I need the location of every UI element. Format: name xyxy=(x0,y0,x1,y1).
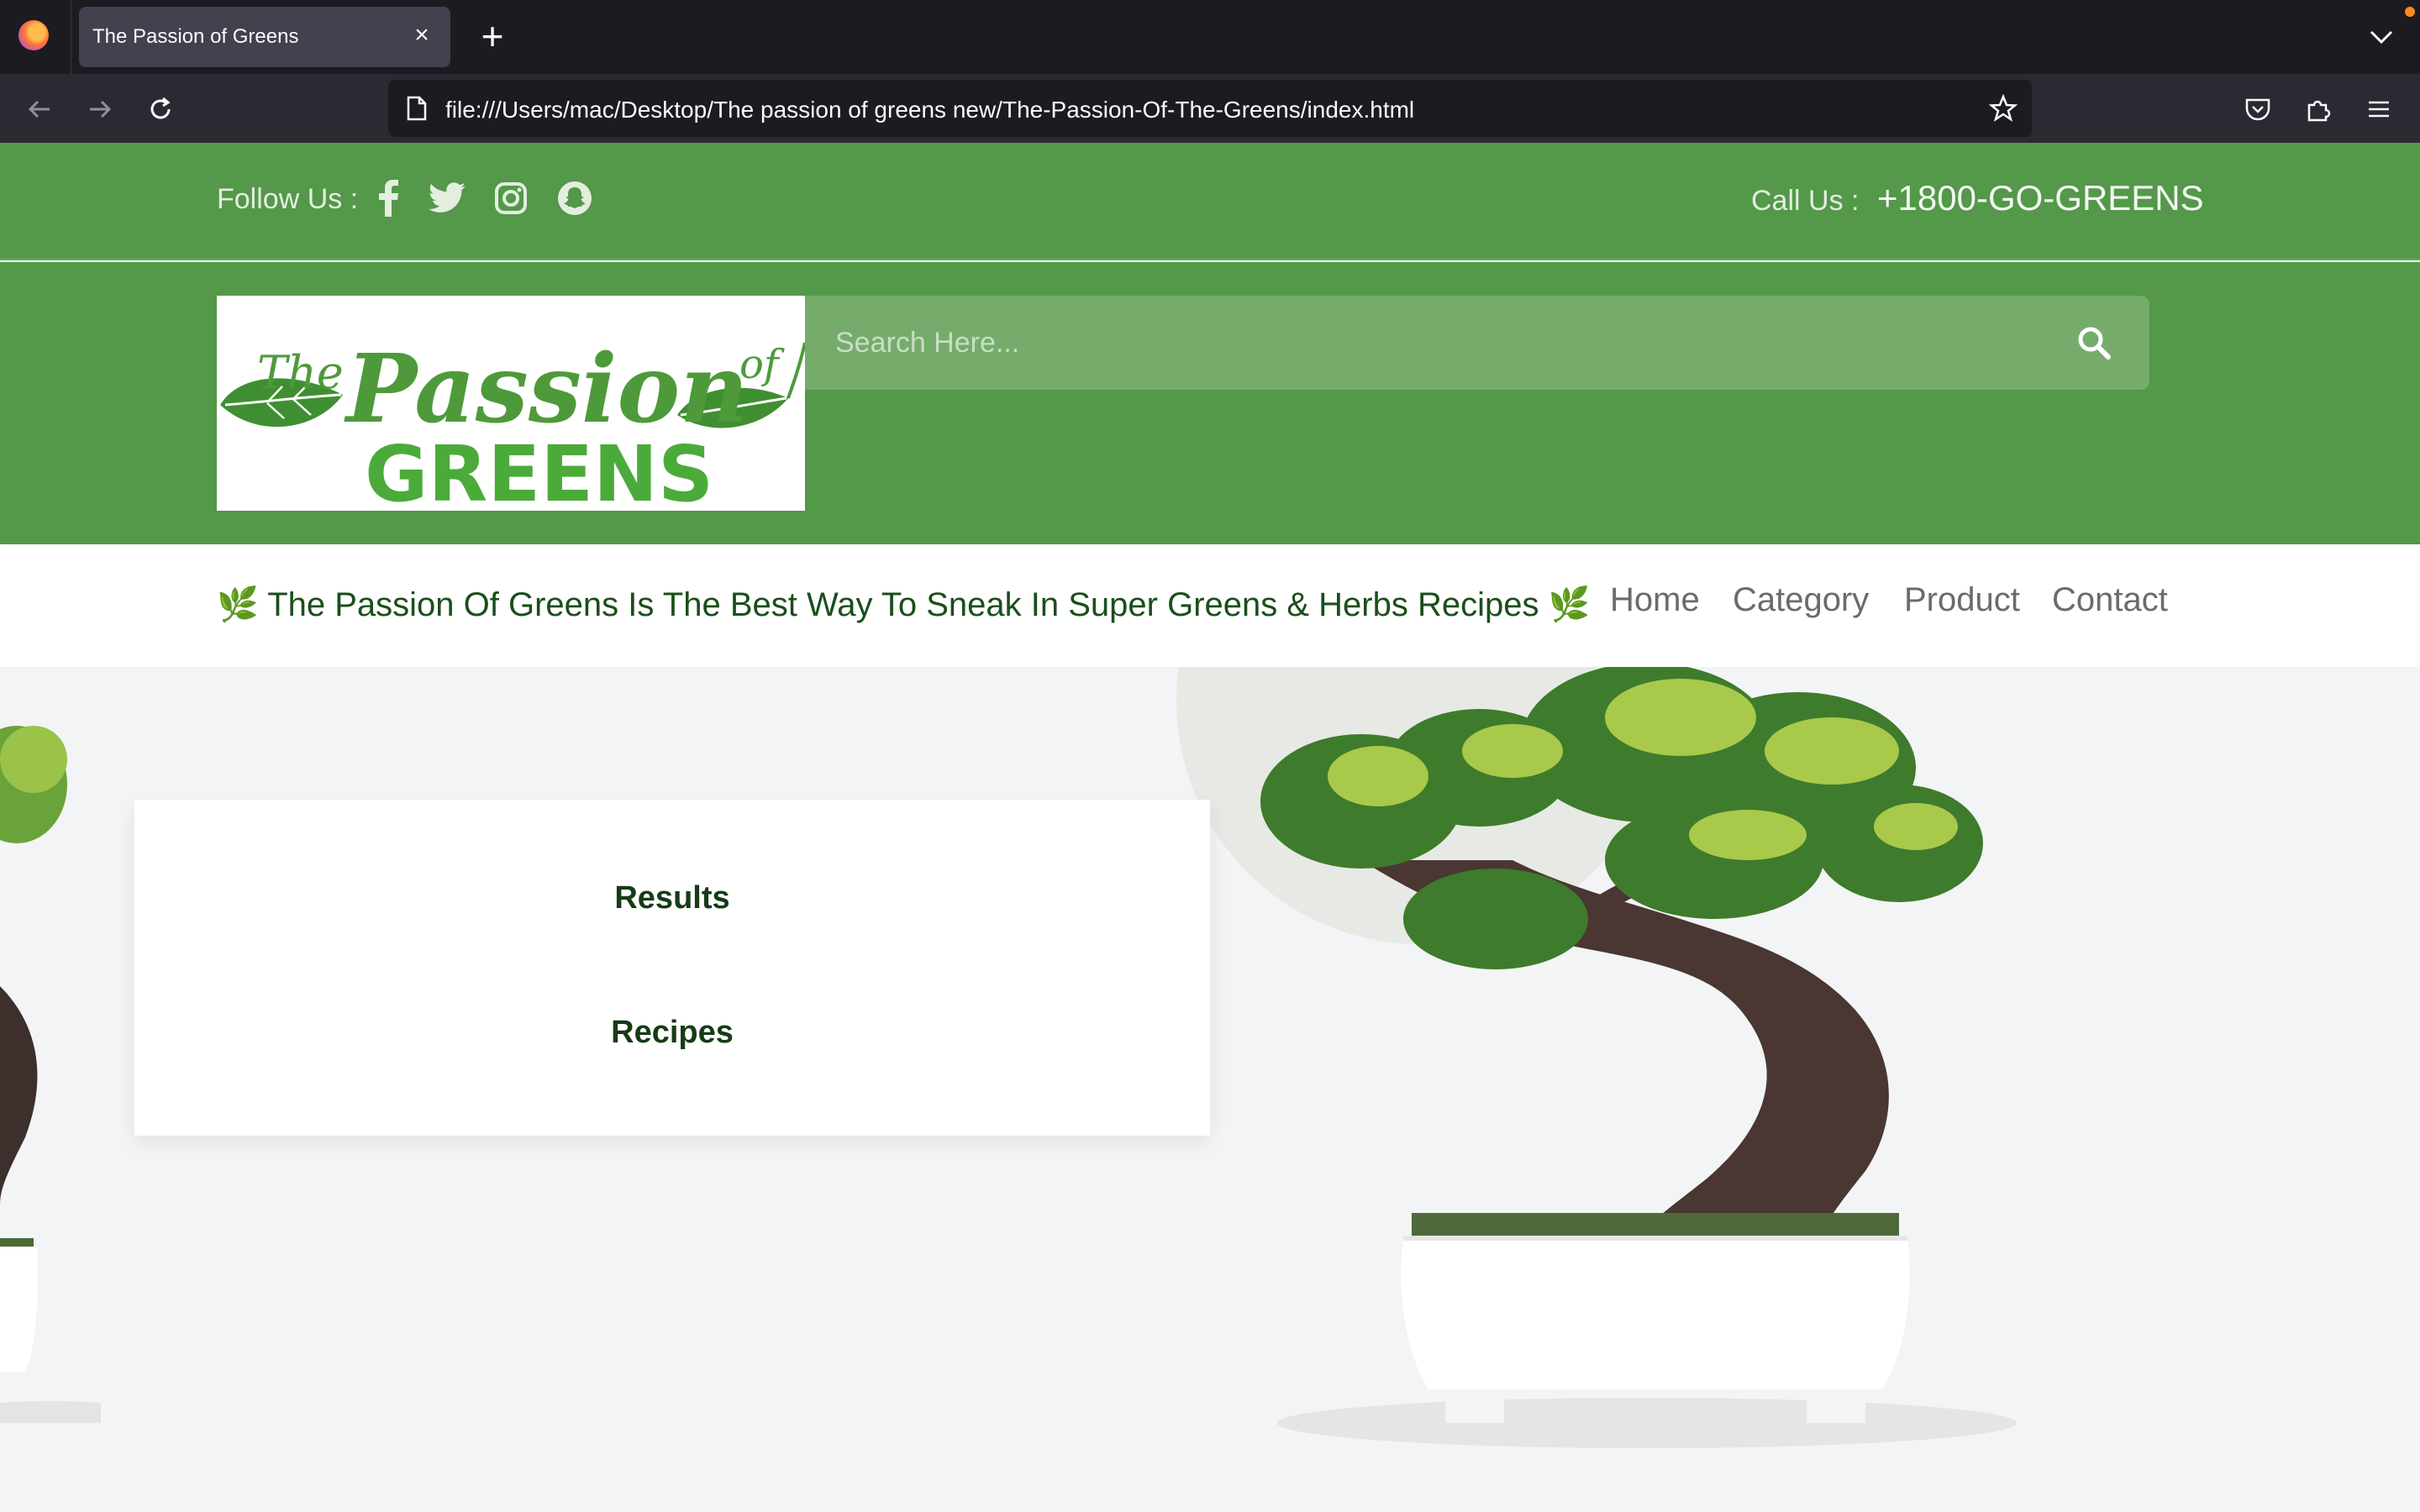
site-logo[interactable]: The Passion of GREENS xyxy=(217,296,807,519)
browser-tab-active[interactable]: The Passion of Greens × xyxy=(79,7,450,67)
bonsai-image-left xyxy=(0,726,101,1423)
svg-text:The: The xyxy=(257,346,344,399)
svg-text:Passion: Passion xyxy=(344,334,749,444)
tab-title: The Passion of Greens xyxy=(92,25,299,48)
reload-icon xyxy=(150,97,171,119)
page-icon[interactable] xyxy=(403,95,430,122)
puzzle-icon xyxy=(2307,100,2331,122)
pocket-icon xyxy=(2245,98,2270,121)
instagram-icon[interactable] xyxy=(492,180,529,217)
phone-number[interactable]: +1800-GO-GREENS xyxy=(1877,178,2204,218)
nav-link-category[interactable]: Category xyxy=(1733,581,1869,619)
twitter-icon[interactable] xyxy=(429,180,466,217)
menu-button[interactable] xyxy=(2356,87,2402,132)
follow-label: Follow Us : xyxy=(217,183,359,215)
recipes-heading[interactable]: Recipes xyxy=(134,1015,1210,1051)
arrow-left-icon xyxy=(28,100,50,118)
nav-link-home[interactable]: Home xyxy=(1610,581,1700,619)
hamburger-icon xyxy=(2369,101,2389,118)
forward-button[interactable] xyxy=(77,87,123,132)
nav-link-contact[interactable]: Contact xyxy=(2052,581,2168,619)
search-input[interactable] xyxy=(835,296,2012,390)
svg-text:GREENS: GREENS xyxy=(365,429,713,511)
list-tabs-button[interactable] xyxy=(2363,18,2400,55)
chevron-down-icon xyxy=(2370,30,2393,45)
svg-text:of: of xyxy=(739,341,785,388)
extensions-button[interactable] xyxy=(2296,87,2341,132)
web-page: Follow Us : Call Us : +1800-GO-GREENS Th… xyxy=(0,143,2420,1512)
url-text: file:///Users/mac/Desktop/The passion of… xyxy=(445,97,1415,123)
pocket-button[interactable] xyxy=(2235,87,2281,132)
reload-button[interactable] xyxy=(138,87,183,132)
bookmark-star-icon[interactable] xyxy=(1986,92,2020,125)
url-bar[interactable]: file:///Users/mac/Desktop/The passion of… xyxy=(388,80,2032,137)
call-us-label: Call Us : xyxy=(1751,185,1860,217)
results-heading: Results xyxy=(614,880,730,916)
site-tagline: 🌿 The Passion Of Greens Is The Best Way … xyxy=(217,586,1591,623)
tab-separator xyxy=(71,0,72,74)
browser-nav-bar: file:///Users/mac/Desktop/The passion of… xyxy=(0,74,2420,143)
search-icon xyxy=(2078,327,2111,360)
tab-close-icon[interactable]: × xyxy=(407,20,437,50)
browser-tab-bar: The Passion of Greens × + xyxy=(0,0,2420,74)
main-nav-bar: 🌿 The Passion Of Greens Is The Best Way … xyxy=(0,544,2420,667)
search-results-card: Results Recipes xyxy=(134,800,1210,1136)
top-info-bar: Follow Us : Call Us : +1800-GO-GREENS xyxy=(0,143,2420,260)
facebook-icon[interactable] xyxy=(370,180,407,217)
site-header: The Passion of GREENS xyxy=(0,262,2420,544)
back-button[interactable] xyxy=(17,87,62,132)
new-tab-button[interactable]: + xyxy=(471,15,514,59)
notification-dot xyxy=(2405,7,2415,17)
nav-link-product[interactable]: Product xyxy=(1904,581,2020,619)
search-button[interactable] xyxy=(2072,321,2116,365)
search-bar xyxy=(805,296,2149,390)
bonsai-image xyxy=(1260,667,2017,1448)
arrow-right-icon xyxy=(90,100,112,118)
firefox-icon[interactable] xyxy=(18,20,49,50)
hero-section: Results Recipes xyxy=(0,667,2420,1512)
snapchat-icon[interactable] xyxy=(556,180,593,217)
